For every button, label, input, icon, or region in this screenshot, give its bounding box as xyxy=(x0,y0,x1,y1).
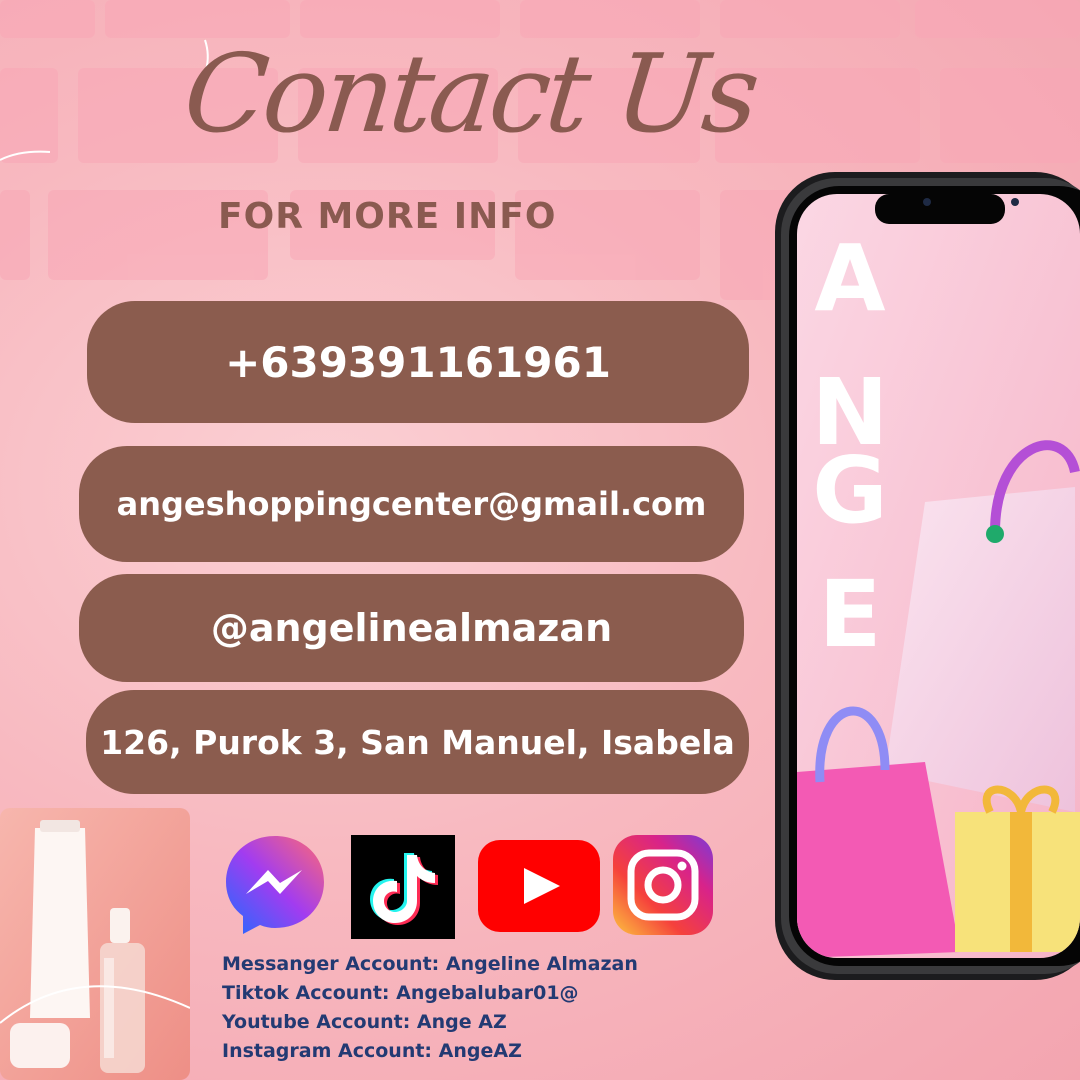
address: 126, Purok 3, San Manuel, Isabela xyxy=(100,722,735,762)
page-subtitle: FOR MORE INFO xyxy=(218,196,557,237)
messenger-icon[interactable] xyxy=(222,832,328,938)
instagram-account: Instagram Account: AngeAZ xyxy=(222,1040,522,1062)
messenger-account: Messanger Account: Angeline Almazan xyxy=(222,953,638,975)
page-title: Contact Us xyxy=(178,32,762,157)
phone-letter-a: A xyxy=(814,225,885,332)
contact-poster: Contact Us FOR MORE INFO +639391161961 a… xyxy=(0,0,1080,1080)
email-address: angeshoppingcenter@gmail.com xyxy=(116,485,707,523)
phone-number: +639391161961 xyxy=(225,337,611,387)
phone-number-pill[interactable]: +639391161961 xyxy=(87,301,749,423)
tiktok-account: Tiktok Account: Angebalubar01@ xyxy=(222,982,579,1004)
cosmetics-product-image xyxy=(0,808,190,1080)
tiktok-icon[interactable] xyxy=(351,835,455,939)
handle-pill[interactable]: @angelinealmazan xyxy=(79,574,744,682)
youtube-account: Youtube Account: Ange AZ xyxy=(222,1011,507,1033)
phone-letter-g: G xyxy=(812,437,888,544)
phone-letter-e: E xyxy=(819,561,882,668)
phone-mockup: A N G E xyxy=(775,172,1080,980)
instagram-icon[interactable] xyxy=(613,835,713,935)
social-handle: @angelinealmazan xyxy=(210,606,613,650)
address-pill[interactable]: 126, Purok 3, San Manuel, Isabela xyxy=(86,690,749,794)
youtube-icon[interactable] xyxy=(478,840,600,932)
email-pill[interactable]: angeshoppingcenter@gmail.com xyxy=(79,446,744,562)
account-list: Messanger Account: Angeline Almazan Tikt… xyxy=(222,950,638,1066)
